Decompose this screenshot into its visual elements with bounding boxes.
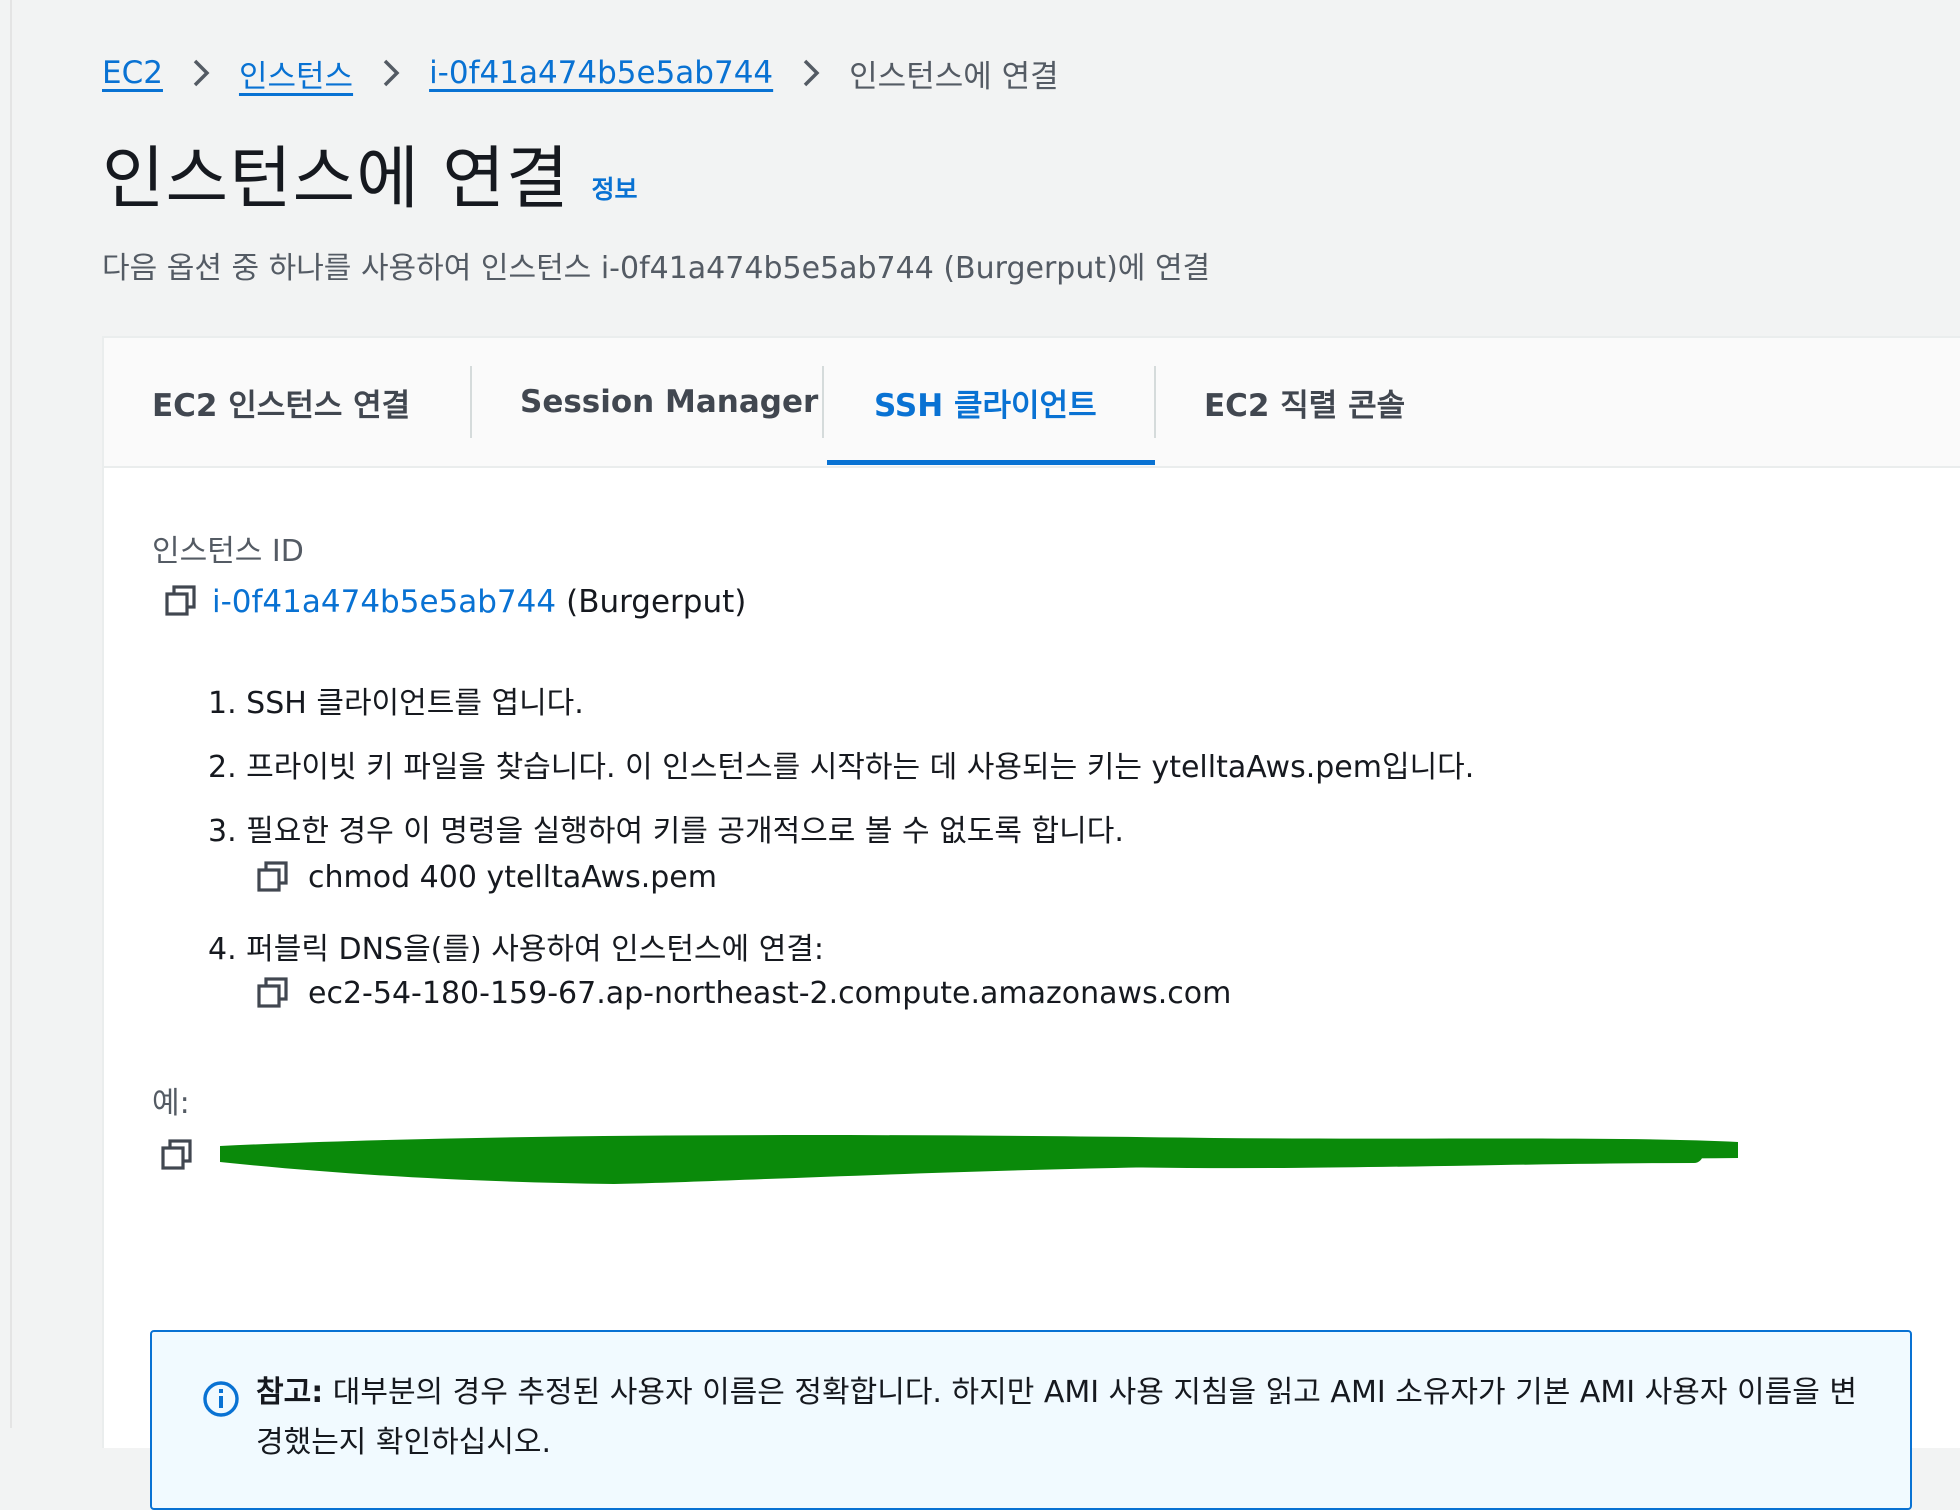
chmod-command: chmod 400 ytelltaAws.pem bbox=[308, 860, 717, 895]
alert-body: 대부분의 경우 추정된 사용자 이름은 정확합니다. 하지만 AMI 사용 지침… bbox=[256, 1375, 1857, 1460]
tab-session-manager[interactable]: Session Manager bbox=[520, 338, 818, 466]
left-border bbox=[10, 0, 12, 1428]
tab-divider bbox=[1154, 366, 1156, 438]
info-icon bbox=[203, 1381, 239, 1417]
copy-icon[interactable] bbox=[164, 584, 198, 618]
chevron-right-icon bbox=[163, 58, 239, 88]
chevron-right-icon bbox=[773, 58, 849, 88]
copy-icon[interactable] bbox=[256, 976, 290, 1010]
copy-icon[interactable] bbox=[160, 1138, 194, 1172]
alert-text: 참고: 대부분의 경우 추정된 사용자 이름은 정확합니다. 하지만 AMI 사… bbox=[256, 1368, 1876, 1468]
tab-divider bbox=[470, 366, 472, 438]
tab-divider bbox=[822, 366, 824, 438]
tab-bar: EC2 인스턴스 연결 Session Manager SSH 클라이언트 EC… bbox=[104, 338, 1960, 468]
step-4: 4. 퍼블릭 DNS을(를) 사용하여 인스턴스에 연결: bbox=[208, 932, 825, 967]
copy-icon[interactable] bbox=[256, 860, 290, 894]
instance-id-link[interactable]: i-0f41a474b5e5ab744 bbox=[212, 584, 556, 620]
example-label: 예: bbox=[152, 1086, 190, 1121]
active-tab-indicator bbox=[827, 460, 1155, 465]
page-header: 인스턴스에 연결 정보 bbox=[102, 138, 638, 222]
tab-ec2-instance-connect[interactable]: EC2 인스턴스 연결 bbox=[152, 338, 410, 466]
public-dns: ec2-54-180-159-67.ap-northeast-2.compute… bbox=[308, 976, 1232, 1011]
tab-ec2-serial-console[interactable]: EC2 직렬 콘솔 bbox=[1204, 338, 1405, 466]
instance-id-label: 인스턴스 ID bbox=[152, 534, 304, 569]
page-title: 인스턴스에 연결 bbox=[102, 140, 570, 219]
breadcrumb-instance-id[interactable]: i-0f41a474b5e5ab744 bbox=[429, 55, 773, 91]
page-description: 다음 옵션 중 하나를 사용하여 인스턴스 i-0f41a474b5e5ab74… bbox=[102, 251, 1211, 286]
info-link[interactable]: 정보 bbox=[592, 170, 638, 206]
alert-strong: 참고: bbox=[256, 1375, 324, 1410]
breadcrumb-current: 인스턴스에 연결 bbox=[849, 58, 1059, 95]
redaction-scribble bbox=[220, 1135, 1738, 1184]
instance-id-row: i-0f41a474b5e5ab744 (Burgerput) bbox=[164, 584, 746, 620]
tab-ssh-client[interactable]: SSH 클라이언트 bbox=[874, 338, 1097, 466]
breadcrumb: EC2 인스턴스 i-0f41a474b5e5ab744 인스턴스에 연결 bbox=[102, 48, 1059, 98]
step-2: 2. 프라이빗 키 파일을 찾습니다. 이 인스턴스를 시작하는 데 사용되는 … bbox=[208, 750, 1475, 785]
connect-card: EC2 인스턴스 연결 Session Manager SSH 클라이언트 EC… bbox=[102, 336, 1960, 1510]
breadcrumb-instances[interactable]: 인스턴스 bbox=[239, 51, 353, 96]
instance-name: (Burgerput) bbox=[566, 584, 747, 620]
chevron-right-icon bbox=[353, 58, 429, 88]
step-1: 1. SSH 클라이언트를 엽니다. bbox=[208, 686, 584, 721]
step-3: 3. 필요한 경우 이 명령을 실행하여 키를 공개적으로 볼 수 없도록 합니… bbox=[208, 814, 1124, 849]
info-alert: 참고: 대부분의 경우 추정된 사용자 이름은 정확합니다. 하지만 AMI 사… bbox=[150, 1330, 1912, 1510]
breadcrumb-ec2[interactable]: EC2 bbox=[102, 55, 163, 91]
